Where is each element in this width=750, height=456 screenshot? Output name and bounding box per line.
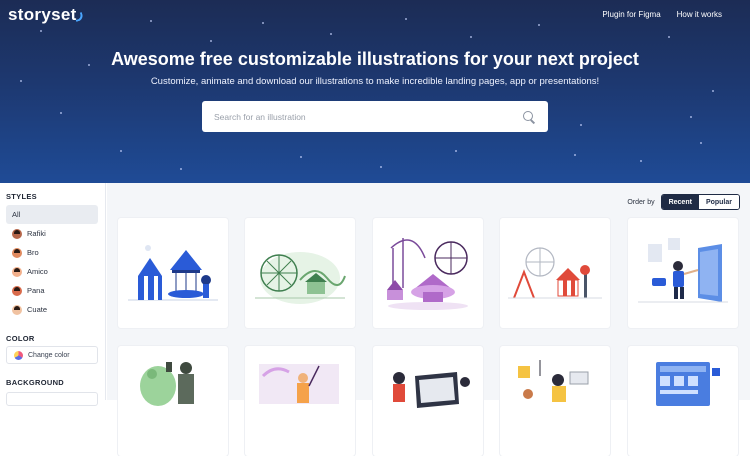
hero-subtitle: Customize, animate and download our illu…: [150, 76, 600, 87]
people-with-tablet-illustration: [393, 372, 470, 408]
fairground-rides-illustration: [508, 247, 602, 299]
style-item-label: Pana: [27, 286, 45, 295]
pana-avatar-icon: [12, 285, 22, 296]
style-item-rafiki[interactable]: Rafiki: [6, 224, 98, 243]
top-navigation: Plugin for Figma How it works: [602, 10, 722, 19]
illustration-card-amusement-park[interactable]: [373, 218, 483, 328]
color-swatch-icon: [14, 350, 23, 360]
style-item-all[interactable]: All: [6, 205, 98, 224]
search-bar: [202, 101, 548, 132]
illustration-card-dashboard[interactable]: [628, 346, 738, 456]
illustration-card-fairground[interactable]: [500, 218, 610, 328]
amusement-park-illustration: [387, 238, 468, 310]
illustration-card-painting[interactable]: [245, 346, 355, 456]
search-input[interactable]: [214, 111, 522, 122]
hero-title: Awesome free customizable illustrations …: [111, 49, 639, 69]
style-item-label: Cuate: [27, 305, 48, 314]
illustration-card-tablet[interactable]: [373, 346, 483, 456]
order-by-label: Order by: [627, 198, 655, 206]
change-color-label: Change color: [28, 351, 70, 359]
search-icon[interactable]: [522, 110, 536, 124]
style-item-label: Amico: [27, 267, 48, 276]
nav-how-it-works[interactable]: How it works: [677, 10, 722, 19]
carousel-circus-illustration: [128, 245, 218, 301]
rafiki-avatar-icon: [12, 228, 22, 239]
ferris-wheel-park-illustration: [255, 252, 346, 304]
illustrations-gallery: Order by Recent Popular: [107, 183, 750, 456]
styles-heading: STYLES: [6, 192, 37, 201]
filter-sidebar: STYLES All Rafiki Bro Amico Pana Cuate C…: [0, 183, 106, 406]
bro-avatar-icon: [12, 247, 22, 258]
order-popular-button[interactable]: Popular: [698, 195, 739, 209]
order-recent-button[interactable]: Recent: [661, 195, 699, 209]
logo-text: storyset: [8, 5, 77, 24]
illustration-card-screen[interactable]: [628, 218, 738, 328]
style-item-pana[interactable]: Pana: [6, 281, 98, 300]
style-item-bro[interactable]: Bro: [6, 243, 98, 262]
order-by-control: Order by Recent Popular: [627, 194, 740, 210]
amico-avatar-icon: [12, 266, 22, 277]
dashboard-interface-illustration: [656, 362, 720, 406]
background-option[interactable]: [6, 392, 98, 406]
illustration-card-ferris-wheel[interactable]: [245, 218, 355, 328]
storyset-logo[interactable]: storyset: [8, 5, 84, 25]
green-characters-illustration: [140, 362, 194, 406]
illustration-card-carousel[interactable]: [118, 218, 228, 328]
style-item-label: Rafiki: [27, 229, 46, 238]
change-color-button[interactable]: Change color: [6, 346, 98, 364]
illustration-card-green-characters[interactable]: [118, 346, 228, 456]
style-item-label: Bro: [27, 248, 39, 257]
people-working-illustration: [518, 360, 589, 402]
style-item-cuate[interactable]: Cuate: [6, 300, 98, 319]
styles-list: All Rafiki Bro Amico Pana Cuate: [6, 205, 98, 319]
style-item-label: All: [12, 210, 21, 219]
nav-plugin-for-figma[interactable]: Plugin for Figma: [602, 10, 660, 19]
illustration-card-working[interactable]: [500, 346, 610, 456]
cuate-avatar-icon: [12, 304, 22, 315]
color-heading: COLOR: [6, 334, 35, 343]
logo-swoosh-icon: [73, 12, 84, 22]
style-item-amico[interactable]: Amico: [6, 262, 98, 281]
order-segmented-control: Recent Popular: [660, 194, 740, 210]
hero-banner: storyset Plugin for Figma How it works A…: [0, 0, 750, 183]
background-heading: BACKGROUND: [6, 378, 64, 387]
person-painting-illustration: [259, 364, 339, 404]
person-with-screen-illustration: [638, 238, 728, 303]
